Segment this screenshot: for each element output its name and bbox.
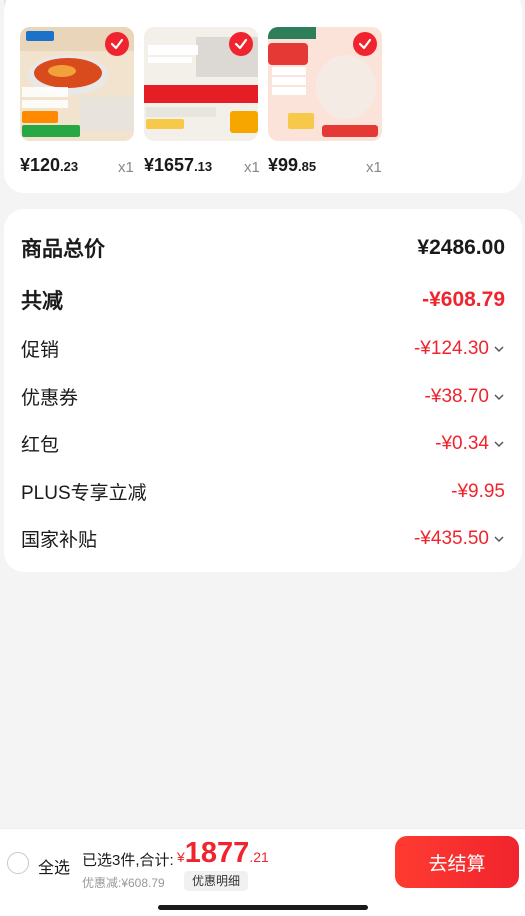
product-item[interactable]: ¥99.85 x1 [268,27,382,176]
home-indicator [158,905,368,910]
product-price: ¥120.23 [20,155,79,175]
discount-summary: 优惠减:¥608.79 [82,876,165,890]
product-item[interactable]: ¥1657.13 x1 [144,27,260,176]
total-reduction-value: -¥608.79 [422,288,505,311]
product-image[interactable] [20,27,134,141]
product-price: ¥1657.13 [144,155,213,175]
selected-check-icon[interactable] [229,32,253,56]
chevron-down-icon [494,535,504,542]
coupon-row[interactable]: 优惠券 -¥38.70 [21,383,505,410]
red-packet-label: 红包 [21,435,60,456]
promotion-value: -¥124.30 [414,338,505,360]
product-quantity: x1 [118,159,134,176]
product-quantity: x1 [366,159,382,176]
plus-discount-label: PLUS专享立减 [21,483,147,504]
promotion-row[interactable]: 促销 -¥124.30 [21,335,505,362]
promotion-label: 促销 [21,340,60,361]
total-price-label: 商品总价 [21,238,105,261]
chevron-down-icon [494,345,504,352]
chevron-down-icon [494,440,504,447]
national-subsidy-value: -¥435.50 [414,528,505,550]
red-packet-row[interactable]: 红包 -¥0.34 [21,430,505,457]
coupon-label: 优惠券 [21,388,79,409]
price-summary-card: 商品总价 ¥2486.00 共减 -¥608.79 促销 -¥124.30 优惠… [4,209,522,572]
total-amount: ¥1877.21 [177,837,269,869]
total-price-value: ¥2486.00 [417,236,505,259]
product-image[interactable] [268,27,382,141]
total-reduction-label: 共减 [21,290,63,313]
coupon-value: -¥38.70 [425,386,505,408]
selected-count-text: 已选3件,合计: [82,852,174,869]
total-price-row: 商品总价 ¥2486.00 [21,233,505,263]
products-card: ¥120.23 x1 ¥1657.13 x1 ¥99.85 x1 [4,0,522,193]
selected-check-icon[interactable] [105,32,129,56]
select-all-radio[interactable] [7,852,29,874]
plus-discount-value: -¥9.95 [451,480,505,502]
product-quantity: x1 [244,159,260,176]
checkout-button[interactable]: 去结算 [395,836,519,888]
discount-detail-button[interactable]: 优惠明细 [184,871,249,891]
product-price: ¥99.85 [268,155,317,175]
plus-discount-row: PLUS专享立减 -¥9.95 [21,478,505,505]
selected-check-icon[interactable] [353,32,377,56]
total-reduction-row: 共减 -¥608.79 [21,285,505,315]
national-subsidy-row[interactable]: 国家补贴 -¥435.50 [21,525,505,552]
product-image[interactable] [144,27,258,141]
red-packet-value: -¥0.34 [435,433,505,455]
national-subsidy-label: 国家补贴 [21,530,98,551]
chevron-down-icon [494,393,504,400]
checkout-bar: 全选 已选3件,合计: ¥1877.21 优惠减:¥608.79 优惠明细 去结… [0,828,525,916]
select-all-label[interactable]: 全选 [38,854,70,878]
product-item[interactable]: ¥120.23 x1 [20,27,134,176]
